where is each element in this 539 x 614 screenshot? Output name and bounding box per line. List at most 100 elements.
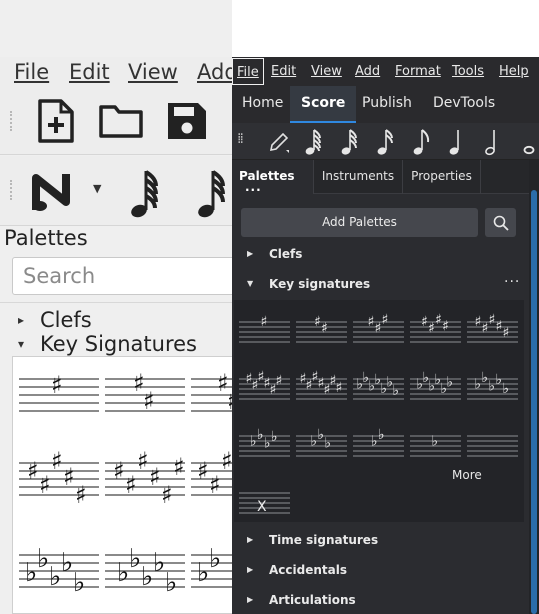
chevron-down-icon[interactable]: ▼ bbox=[93, 182, 101, 195]
menu-help[interactable]: Help bbox=[499, 64, 529, 79]
accidental-glyph: ♯ bbox=[321, 321, 328, 337]
expand-arrow-icon[interactable]: ▶ bbox=[247, 565, 253, 574]
tree-item-key-signatures[interactable]: ▾ Key Signatures bbox=[18, 332, 197, 356]
staff-cell[interactable]: ♯ ♯ ♯ ♯ ♯ ♯ bbox=[105, 447, 185, 509]
scrollbar-thumb[interactable] bbox=[531, 190, 537, 614]
staff-cell[interactable]: ♯ ♯ ♯ ♯ ♯ bbox=[19, 447, 99, 509]
add-palettes-button[interactable]: Add Palettes bbox=[241, 208, 478, 237]
accidental-glyph: ♭ bbox=[257, 427, 264, 443]
right-menubar: File Edit View Add Format Tools Help bbox=[232, 57, 539, 86]
accidental-glyph: ♭ bbox=[447, 374, 454, 390]
left-menu-file[interactable]: File bbox=[14, 60, 49, 84]
left-window: File Edit View Add ▼ Palettes Search ▸ C… bbox=[0, 0, 232, 614]
whole-note-icon[interactable] bbox=[522, 143, 536, 155]
svg-text:♯: ♯ bbox=[75, 481, 87, 509]
pencil-icon[interactable] bbox=[268, 132, 290, 154]
accidental-glyph: ♯ bbox=[442, 318, 449, 334]
note-input-toolbar: ⁞⁞ bbox=[232, 123, 539, 160]
staff-cell[interactable]: ♯ ♯ ♯ bbox=[191, 447, 232, 499]
collapse-arrow-icon[interactable]: ▼ bbox=[247, 279, 253, 288]
palette-time-signatures[interactable]: ▶ Time signatures bbox=[232, 528, 529, 554]
svg-text:♯: ♯ bbox=[51, 371, 63, 399]
tab-properties[interactable]: Properties bbox=[403, 160, 481, 194]
svg-text:♯: ♯ bbox=[125, 471, 137, 499]
half-note-icon[interactable] bbox=[484, 128, 504, 156]
accidental-glyph: ♯ bbox=[421, 314, 428, 330]
toolbar-grip[interactable] bbox=[10, 180, 14, 200]
sixtyfourth-note-icon[interactable] bbox=[304, 128, 324, 156]
expand-arrow-icon[interactable]: ▶ bbox=[247, 535, 253, 544]
eighth-note-icon[interactable] bbox=[412, 128, 432, 156]
save-icon[interactable] bbox=[166, 101, 210, 141]
tab-palettes[interactable]: Palettes ··· bbox=[232, 160, 314, 197]
left-menu-view[interactable]: View bbox=[128, 60, 178, 84]
expand-arrow-icon[interactable]: ▶ bbox=[247, 595, 253, 604]
accidental-glyph: ♭ bbox=[482, 370, 489, 386]
accidental-glyph: ♯ bbox=[382, 312, 389, 328]
staff-cell[interactable]: ♭ ♭ ♭ ♭ ♭ bbox=[19, 544, 99, 598]
svg-text:♯: ♯ bbox=[149, 463, 161, 491]
menu-format[interactable]: Format bbox=[395, 64, 441, 79]
more-button[interactable]: More bbox=[452, 468, 482, 482]
tab-publish[interactable]: Publish bbox=[362, 95, 412, 111]
right-window: File Edit View Add Format Tools Help Hom… bbox=[232, 0, 539, 614]
accidental-glyph: ♯ bbox=[475, 314, 482, 330]
expand-arrow-icon[interactable]: ▶ bbox=[247, 249, 253, 258]
panel-scrollbar[interactable] bbox=[529, 160, 539, 614]
menu-tools[interactable]: Tools bbox=[452, 64, 484, 79]
note-input-icon[interactable] bbox=[32, 172, 76, 212]
accidental-glyph: ♭ bbox=[503, 381, 510, 397]
tab-devtools[interactable]: DevTools bbox=[433, 95, 495, 111]
svg-text:♭: ♭ bbox=[61, 548, 73, 578]
palette-articulations[interactable]: ▶ Articulations bbox=[232, 588, 529, 614]
menu-view[interactable]: View bbox=[311, 64, 342, 79]
staff-cell[interactable]: ♯ ♯ bbox=[105, 369, 185, 415]
open-folder-icon[interactable] bbox=[98, 103, 144, 139]
left-menu-add[interactable]: Add bbox=[197, 60, 232, 84]
palette-search-input[interactable]: Search bbox=[12, 257, 232, 295]
staff-cell[interactable]: ♭ ♭ bbox=[191, 544, 232, 588]
left-menu-edit[interactable]: Edit bbox=[69, 60, 110, 84]
svg-text:♭: ♭ bbox=[117, 558, 129, 588]
sixtyfourth-note-icon[interactable] bbox=[128, 168, 164, 218]
svg-text:♭: ♭ bbox=[197, 558, 209, 588]
tab-score[interactable]: Score bbox=[290, 86, 357, 123]
more-options-icon[interactable]: ··· bbox=[504, 274, 520, 290]
toolbar-grip[interactable] bbox=[10, 111, 14, 131]
accidental-glyph: ♭ bbox=[393, 383, 400, 399]
palette-clefs[interactable]: ▶ Clefs bbox=[232, 242, 529, 268]
key-signature-grid: ♯ ♯ ♯ ♯ ♯ ♯ ♯ ♯ ♯ ♯ ♯ ♯ ♯ ♯ ♯ ♯ ♯ ♯ ♯ ♯ ♯ ♯ ♯ ♯ ♯ ♯ ♯ ♯ ♭ ♭ ♭ ♭ ♭ ♭ ♭ ♭ ♭ ♭ ♭ ♭… bbox=[234, 300, 524, 522]
sixteenth-note-icon[interactable] bbox=[376, 128, 396, 156]
staff-cell[interactable]: ♭ ♭ ♭ ♭ ♭ bbox=[105, 544, 185, 598]
accidental-glyph: ♯ bbox=[276, 373, 283, 389]
panel-menu-icon[interactable]: ··· bbox=[245, 183, 262, 197]
svg-text:♭: ♭ bbox=[141, 562, 153, 592]
palette-accidentals[interactable]: ▶ Accidentals bbox=[232, 558, 529, 584]
menu-edit[interactable]: Edit bbox=[271, 64, 296, 79]
staff-cell[interactable]: ♯ bbox=[19, 371, 99, 412]
quarter-note-icon[interactable] bbox=[448, 128, 468, 156]
svg-text:♯: ♯ bbox=[63, 463, 75, 491]
accidental-glyph: ♭ bbox=[371, 434, 378, 450]
expand-arrow-icon[interactable]: ▸ bbox=[18, 313, 40, 327]
accidental-glyph: ♭ bbox=[318, 427, 325, 443]
menu-file[interactable]: File bbox=[232, 58, 264, 85]
thirtysecond-note-icon[interactable] bbox=[195, 168, 231, 218]
svg-text:♭: ♭ bbox=[37, 544, 49, 574]
svg-text:♭: ♭ bbox=[153, 548, 165, 578]
accidental-glyph: ♯ bbox=[314, 314, 321, 330]
menu-add[interactable]: Add bbox=[355, 64, 380, 79]
tree-item-clefs[interactable]: ▸ Clefs bbox=[18, 308, 92, 332]
new-file-icon[interactable] bbox=[36, 99, 76, 143]
tab-home[interactable]: Home bbox=[242, 95, 283, 111]
svg-text:♯: ♯ bbox=[197, 457, 209, 485]
accidental-glyph: ♭ bbox=[271, 429, 278, 445]
search-button[interactable] bbox=[485, 208, 516, 237]
main-tabs: Home Score Publish DevTools bbox=[232, 86, 539, 123]
staff-cell[interactable]: ♯ ♯ bbox=[191, 369, 232, 415]
collapse-arrow-icon[interactable]: ▾ bbox=[18, 337, 40, 351]
toolbar-grip-icon[interactable]: ⁞⁞ bbox=[237, 131, 244, 147]
palette-key-signatures[interactable]: ▼ Key signatures ··· bbox=[232, 272, 529, 298]
thirtysecond-note-icon[interactable] bbox=[340, 128, 360, 156]
tab-instruments[interactable]: Instruments bbox=[314, 160, 403, 194]
